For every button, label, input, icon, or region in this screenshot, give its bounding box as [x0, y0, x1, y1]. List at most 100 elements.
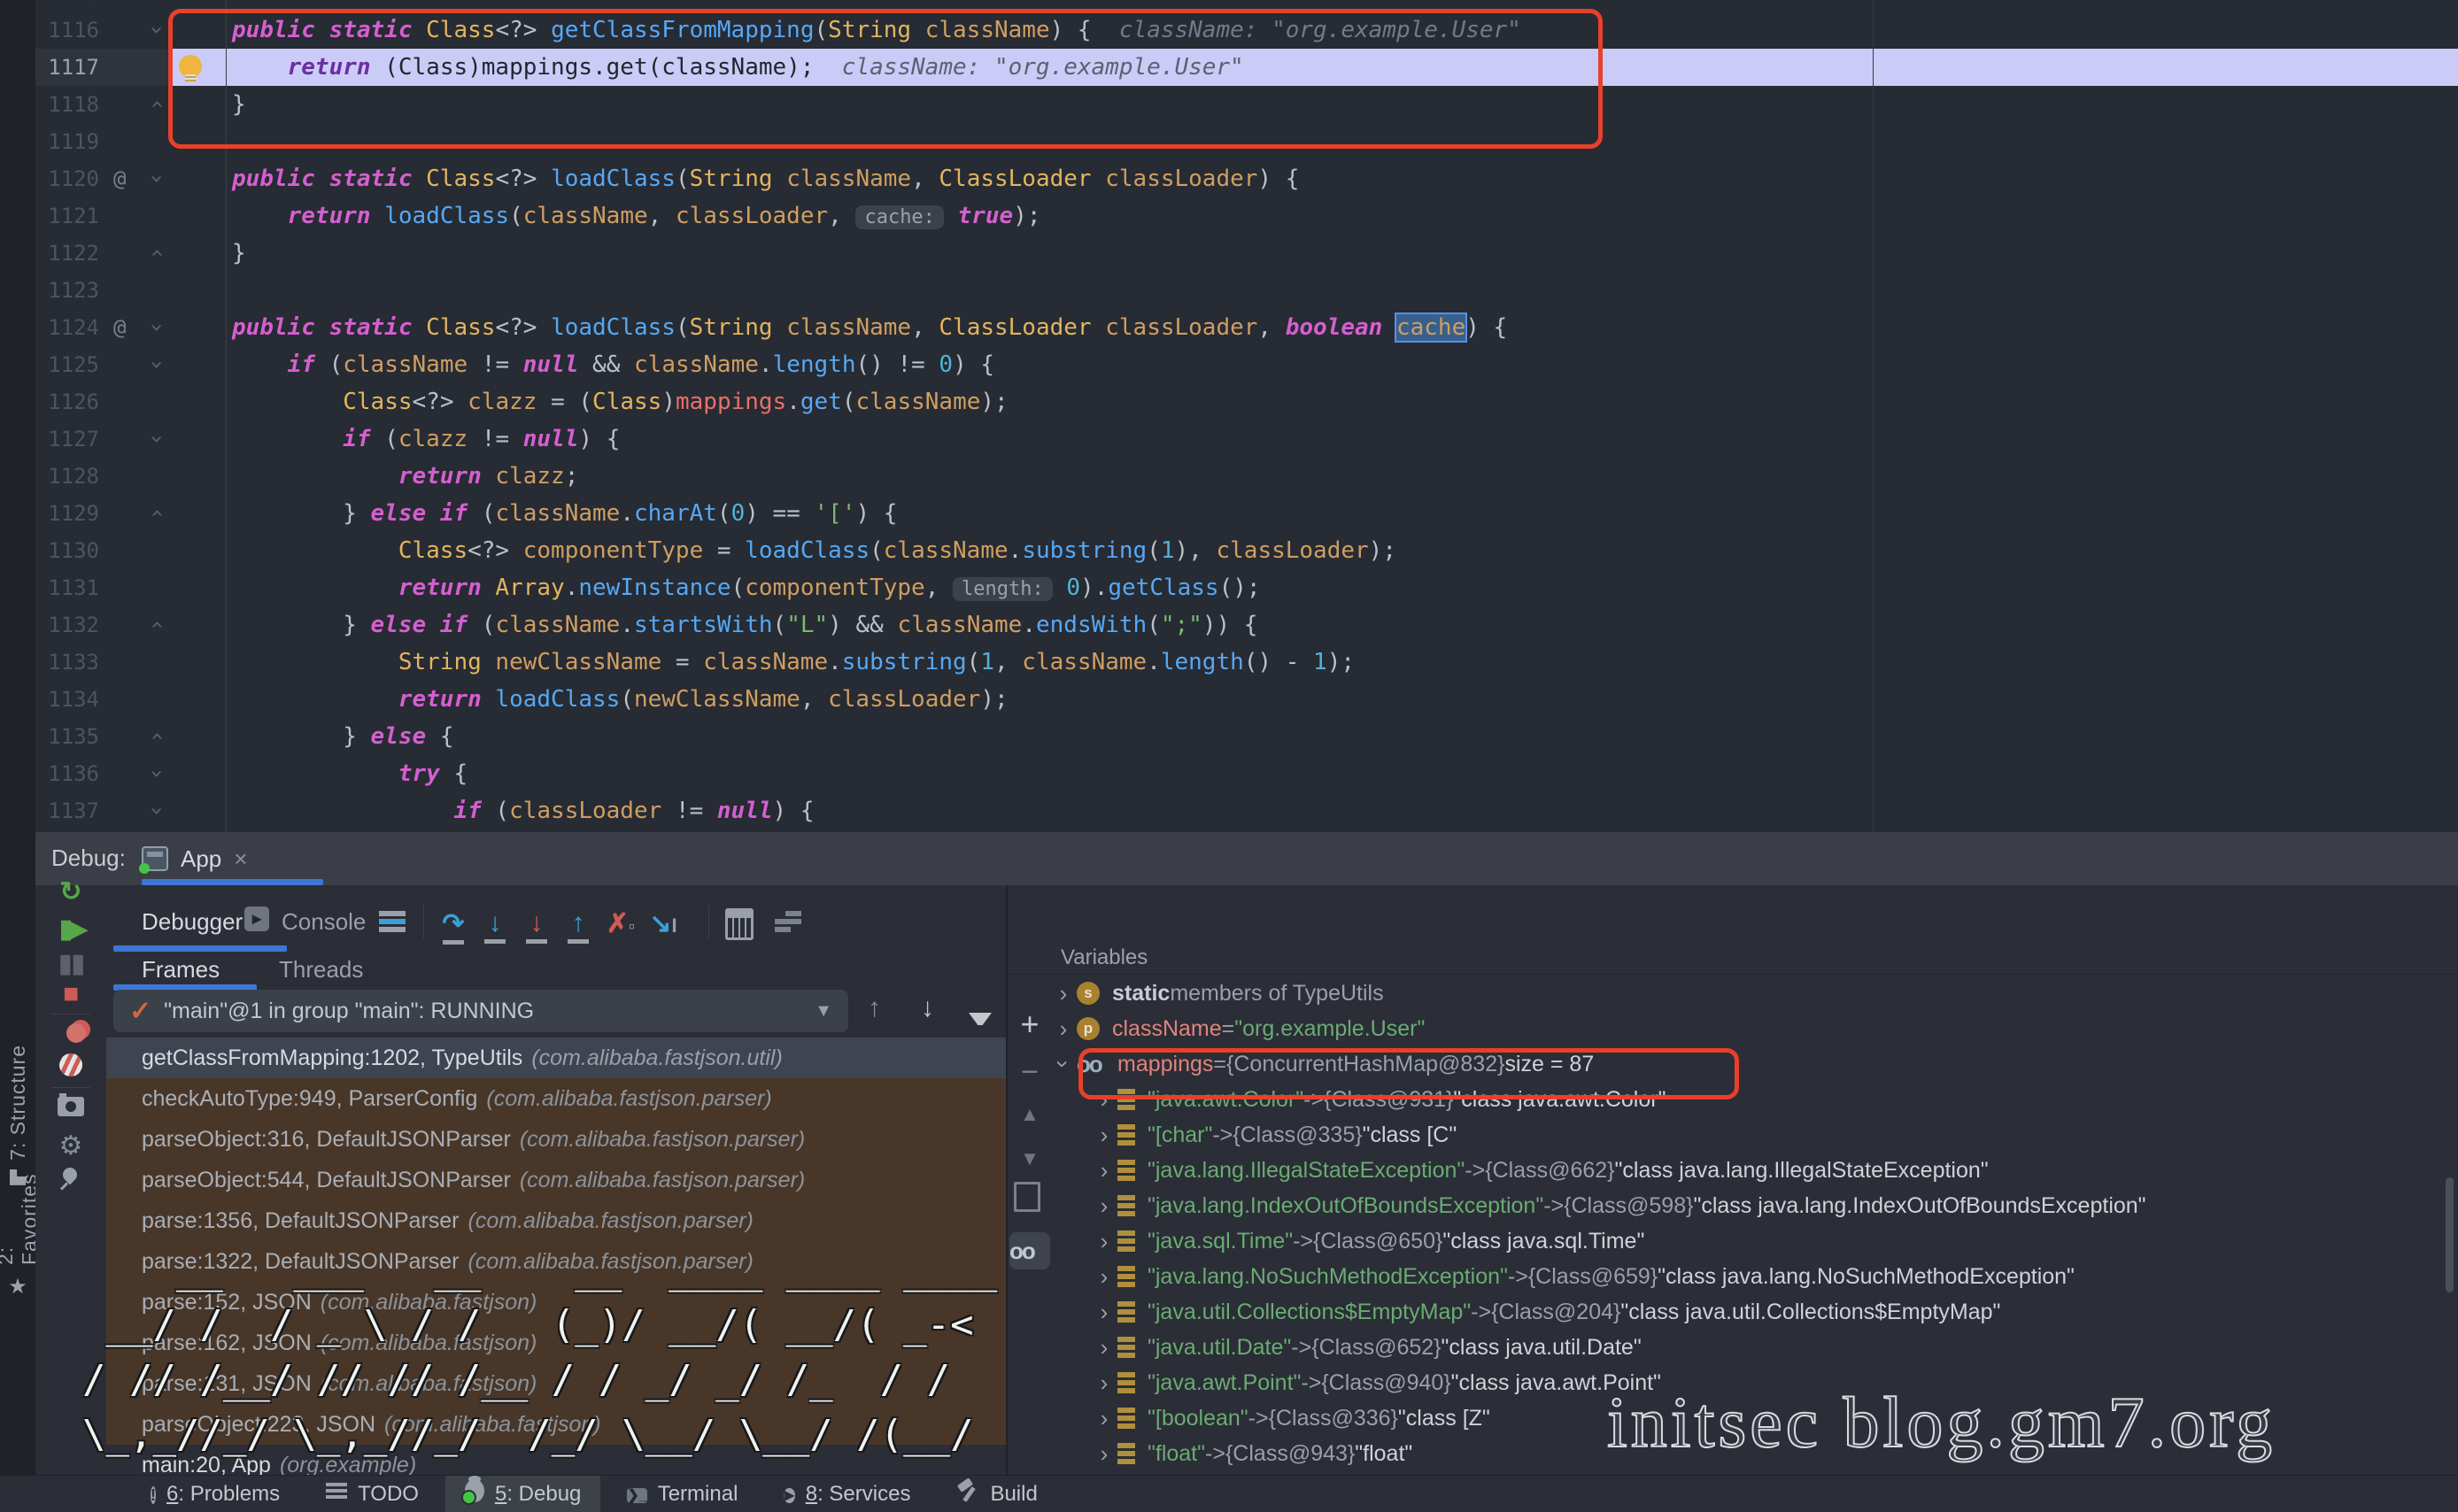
layout-settings-icon[interactable]: [770, 908, 806, 942]
fold-arrow-icon[interactable]: ›: [138, 502, 175, 525]
chevron-right-icon[interactable]: ›: [1091, 1400, 1117, 1436]
code-editor[interactable]: 11151116›public static Class<?> getClass…: [35, 0, 2458, 832]
variable-row[interactable]: ›pclassName = "org.example.User": [1050, 1011, 2458, 1046]
step-into-icon[interactable]: ↓: [477, 908, 513, 938]
chevron-right-icon[interactable]: ›: [1050, 1011, 1077, 1046]
chevron-right-icon[interactable]: ›: [1091, 1117, 1117, 1153]
pin-icon[interactable]: [37, 1164, 104, 1194]
fold-arrow-icon[interactable]: ›: [138, 316, 175, 339]
chevron-expanded-icon[interactable]: ›: [1050, 1051, 1081, 1077]
variable-row[interactable]: ›oomappings = {ConcurrentHashMap@832} si…: [1050, 1046, 2458, 1082]
tab-threads[interactable]: Threads: [279, 956, 363, 984]
mute-breakpoints-icon[interactable]: [37, 1053, 104, 1084]
code-line-1132[interactable]: 1132› } else if (className.startsWith("L…: [35, 606, 2458, 644]
code-line-1123[interactable]: 1123: [35, 272, 2458, 309]
chevron-right-icon[interactable]: ›: [1091, 1365, 1117, 1400]
stack-frame-row[interactable]: parse:1356, DefaultJSONParser(com.alibab…: [106, 1200, 1006, 1241]
code-line-1134[interactable]: 1134 return loadClass(newClassName, clas…: [35, 681, 2458, 718]
code-line-1129[interactable]: 1129› } else if (className.charAt(0) == …: [35, 495, 2458, 532]
watches-glasses-icon[interactable]: oo: [1009, 1232, 1050, 1269]
evaluate-expression-icon[interactable]: [722, 908, 757, 947]
force-step-into-icon[interactable]: ↓: [519, 908, 554, 938]
sidebar-item-favorites[interactable]: 2: Favorites ★: [0, 1167, 35, 1300]
stack-frame-row[interactable]: checkAutoType:949, ParserConfig(com.alib…: [106, 1078, 1006, 1119]
fold-arrow-icon[interactable]: ›: [138, 19, 175, 42]
fold-arrow-icon[interactable]: ›: [138, 353, 175, 376]
chevron-right-icon[interactable]: ›: [1091, 1294, 1117, 1330]
code-line-1121[interactable]: 1121 return loadClass(className, classLo…: [35, 197, 2458, 235]
fold-arrow-icon[interactable]: ›: [138, 167, 175, 190]
fold-arrow-icon[interactable]: ›: [138, 242, 175, 265]
code-line-1120[interactable]: 1120@›public static Class<?> loadClass(S…: [35, 160, 2458, 197]
code-line-1130[interactable]: 1130 Class<?> componentType = loadClass(…: [35, 532, 2458, 569]
variable-row[interactable]: ›"java.util.Date" -> {Class@652} "class …: [1091, 1330, 2458, 1365]
variable-row[interactable]: ›"java.lang.IllegalStateException" -> {C…: [1091, 1153, 2458, 1188]
chevron-right-icon[interactable]: ›: [1091, 1330, 1117, 1365]
tab-frames[interactable]: Frames: [142, 956, 220, 984]
fold-arrow-icon[interactable]: ›: [138, 799, 175, 822]
chevron-right-icon[interactable]: ›: [1091, 1188, 1117, 1223]
code-line-1136[interactable]: 1136› try {: [35, 755, 2458, 792]
step-over-icon[interactable]: ↷: [436, 908, 471, 939]
code-line-1133[interactable]: 1133 String newClassName = className.sub…: [35, 644, 2458, 681]
run-to-cursor-icon[interactable]: ↘I: [645, 908, 681, 939]
filter-funnel-icon[interactable]: [969, 1002, 992, 1032]
variable-row[interactable]: ›"[char" -> {Class@335} "class [C": [1091, 1117, 2458, 1153]
settings-gear-icon[interactable]: ⚙: [37, 1130, 104, 1161]
thread-dump-camera-icon[interactable]: [37, 1093, 104, 1123]
duplicate-icon[interactable]: [1008, 1186, 1052, 1219]
code-line-1126[interactable]: 1126 Class<?> clazz = (Class)mappings.ge…: [35, 383, 2458, 420]
frame-up-button[interactable]: ↑: [868, 993, 881, 1023]
chevron-right-icon[interactable]: ›: [1091, 1223, 1117, 1259]
code-line-1115[interactable]: 1115: [35, 0, 2458, 12]
add-watch-button[interactable]: +: [1008, 1006, 1052, 1043]
pause-icon[interactable]: ▮▮: [37, 948, 104, 979]
fold-arrow-icon[interactable]: ›: [138, 762, 175, 785]
code-line-1117[interactable]: 1117 return (Class)mappings.get(classNam…: [35, 49, 2458, 86]
variable-row[interactable]: ›"java.lang.NoSuchMethodException" -> {C…: [1091, 1259, 2458, 1294]
statusbar-item-services[interactable]: ▶8: Services: [764, 1476, 930, 1512]
stack-frame-row[interactable]: parseObject:316, DefaultJSONParser(com.a…: [106, 1119, 1006, 1160]
show-execution-point-icon[interactable]: [375, 908, 410, 942]
intention-bulb-icon[interactable]: [179, 55, 202, 78]
step-out-icon[interactable]: ↑: [560, 908, 596, 938]
move-up-icon[interactable]: ▲: [1008, 1103, 1052, 1126]
code-line-1124[interactable]: 1124@›public static Class<?> loadClass(S…: [35, 309, 2458, 346]
chevron-right-icon[interactable]: ›: [1091, 1153, 1117, 1188]
code-line-1127[interactable]: 1127› if (clazz != null) {: [35, 420, 2458, 458]
variables-scrollbar-thumb[interactable]: [2446, 1177, 2454, 1292]
fold-arrow-icon[interactable]: ›: [138, 613, 175, 636]
statusbar-item-build[interactable]: Build: [937, 1476, 1056, 1512]
fold-arrow-icon[interactable]: ›: [138, 725, 175, 748]
code-line-1135[interactable]: 1135› } else {: [35, 718, 2458, 755]
chevron-right-icon[interactable]: ›: [1050, 976, 1077, 1011]
frame-down-button[interactable]: ↓: [921, 993, 934, 1023]
stack-frame-row[interactable]: getClassFromMapping:1202, TypeUtils(com.…: [106, 1038, 1006, 1078]
code-line-1119[interactable]: 1119: [35, 123, 2458, 160]
code-line-1122[interactable]: 1122›}: [35, 235, 2458, 272]
code-line-1131[interactable]: 1131 return Array.newInstance(componentT…: [35, 569, 2458, 606]
chevron-right-icon[interactable]: ›: [1091, 1436, 1117, 1470]
close-icon[interactable]: ×: [234, 845, 247, 873]
statusbar-item-terminal[interactable]: ❯_Terminal: [607, 1476, 757, 1512]
drop-frame-icon[interactable]: ✗▫: [603, 908, 638, 939]
code-line-1125[interactable]: 1125› if (className != null && className…: [35, 346, 2458, 383]
remove-watch-button[interactable]: −: [1008, 1055, 1052, 1090]
chevron-right-icon[interactable]: ›: [1091, 1259, 1117, 1294]
stop-icon[interactable]: ■: [37, 979, 104, 1009]
debug-session-tab-app[interactable]: App ×: [142, 837, 247, 880]
fold-arrow-icon[interactable]: ›: [138, 428, 175, 451]
variable-row[interactable]: ›"java.sql.Time" -> {Class@650} "class j…: [1091, 1223, 2458, 1259]
move-down-icon[interactable]: ▼: [1008, 1147, 1052, 1170]
statusbar-item-todo[interactable]: TODO: [306, 1476, 438, 1512]
code-line-1128[interactable]: 1128 return clazz;: [35, 458, 2458, 495]
statusbar-item-debug[interactable]: 5: Debug: [445, 1476, 600, 1512]
variable-row[interactable]: ›"java.awt.Color" -> {Class@931} "class …: [1091, 1082, 2458, 1117]
code-line-1116[interactable]: 1116›public static Class<?> getClassFrom…: [35, 12, 2458, 49]
chevron-right-icon[interactable]: ›: [1091, 1082, 1117, 1117]
variable-row[interactable]: ›"java.util.Collections$EmptyMap" -> {Cl…: [1091, 1294, 2458, 1330]
stack-frame-row[interactable]: parseObject:544, DefaultJSONParser(com.a…: [106, 1160, 1006, 1200]
code-line-1118[interactable]: 1118›}: [35, 86, 2458, 123]
code-line-1137[interactable]: 1137› if (classLoader != null) {: [35, 792, 2458, 829]
statusbar-item-problems[interactable]: !6: Problems: [131, 1476, 299, 1512]
